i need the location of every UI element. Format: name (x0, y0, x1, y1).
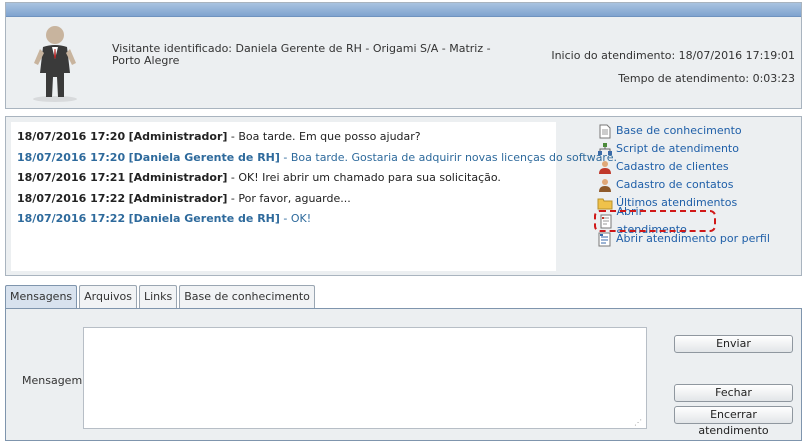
flowchart-icon (596, 141, 614, 157)
chat-message: 18/07/2016 17:21 [Administrador] - OK! I… (17, 168, 556, 189)
link-label[interactable]: Cadastro de clientes (616, 158, 729, 176)
tab-base-de-conhecimento[interactable]: Base de conhecimento (179, 285, 315, 308)
chat-message: 18/07/2016 17:22 [Administrador] - Por f… (17, 189, 556, 210)
link-label[interactable]: Cadastro de contatos (616, 176, 734, 194)
message-time: 18/07/2016 17:20 (17, 150, 126, 164)
folder-icon (596, 195, 614, 211)
link-cadastro-de-contatos[interactable]: Cadastro de contatos (596, 176, 770, 194)
message-text: - Boa tarde. Em que posso ajudar? (227, 130, 421, 143)
panel-header-bar (6, 3, 801, 17)
client-icon (596, 159, 614, 175)
link-cadastro-de-clientes[interactable]: Cadastro de clientes (596, 158, 770, 176)
resize-grip-icon[interactable]: ⋰ (634, 419, 644, 427)
message-text: - OK! (279, 212, 312, 225)
ticket-icon (597, 213, 614, 229)
profile-ticket-icon (596, 231, 614, 247)
message-author: [Administrador] (128, 191, 228, 205)
elapsed-time: Tempo de atendimento: 0:03:23 (618, 72, 795, 85)
end-session-button[interactable]: Encerrar atendimento (674, 406, 793, 437)
chat-message: 18/07/2016 17:22 [Daniela Gerente de RH]… (17, 209, 556, 230)
tab-bar: Mensagens Arquivos Links Base de conheci… (5, 285, 317, 309)
link-label[interactable]: Abrir atendimento por perfil (616, 230, 770, 248)
message-input[interactable] (83, 327, 647, 429)
tab-mensagens[interactable]: Mensagens (5, 285, 78, 309)
link-abrir-atendimento[interactable]: Abrir atendimento (594, 205, 716, 236)
chat-message: 18/07/2016 17:20 [Administrador] - Boa t… (17, 127, 556, 148)
contact-icon (596, 177, 614, 193)
send-button[interactable]: Enviar (674, 335, 793, 353)
chat-log: 18/07/2016 17:20 [Administrador] - Boa t… (11, 122, 617, 271)
chat-panel: 18/07/2016 17:20 [Administrador] - Boa t… (5, 116, 802, 276)
actions-list: Base de conhecimento Script de atendimen… (594, 122, 770, 248)
message-author: [Daniela Gerente de RH] (128, 212, 280, 225)
document-icon (596, 123, 614, 139)
message-time: 18/07/2016 17:22 (17, 212, 126, 225)
close-button[interactable]: Fechar (674, 384, 793, 402)
message-text: - Por favor, aguarde... (227, 191, 351, 205)
link-abrir-atendimento-por-perfil[interactable]: Abrir atendimento por perfil (596, 230, 770, 248)
message-author: [Administrador] (128, 171, 228, 184)
link-label[interactable]: Script de atendimento (616, 140, 739, 158)
link-label[interactable]: Base de conhecimento (616, 122, 742, 140)
message-text: - OK! Irei abrir um chamado para sua sol… (227, 171, 501, 184)
visitor-identified: Visitante identificado: Daniela Gerente … (112, 42, 491, 67)
tab-arquivos[interactable]: Arquivos (79, 285, 137, 308)
message-time: 18/07/2016 17:20 (17, 130, 126, 143)
message-time: 18/07/2016 17:21 (17, 171, 126, 184)
message-text: - Boa tarde. Gostaria de adquirir novas … (279, 150, 617, 164)
link-base-de-conhecimento[interactable]: Base de conhecimento (596, 122, 770, 140)
visitor-panel: Visitante identificado: Daniela Gerente … (5, 2, 802, 109)
compose-panel: Mensagem: ⋰ Enviar Fechar Encerrar atend… (5, 308, 802, 441)
tab-links[interactable]: Links (139, 285, 178, 308)
message-label: Mensagem: (22, 374, 86, 387)
link-script-de-atendimento[interactable]: Script de atendimento (596, 140, 770, 158)
message-author: [Daniela Gerente de RH] (128, 150, 280, 164)
message-time: 18/07/2016 17:22 (17, 191, 126, 205)
message-author: [Administrador] (128, 130, 228, 143)
chat-message: 18/07/2016 17:20 [Daniela Gerente de RH]… (17, 148, 617, 169)
start-time: Inicio do atendimento: 18/07/2016 17:19:… (551, 49, 795, 62)
visitor-avatar-icon (33, 26, 77, 102)
